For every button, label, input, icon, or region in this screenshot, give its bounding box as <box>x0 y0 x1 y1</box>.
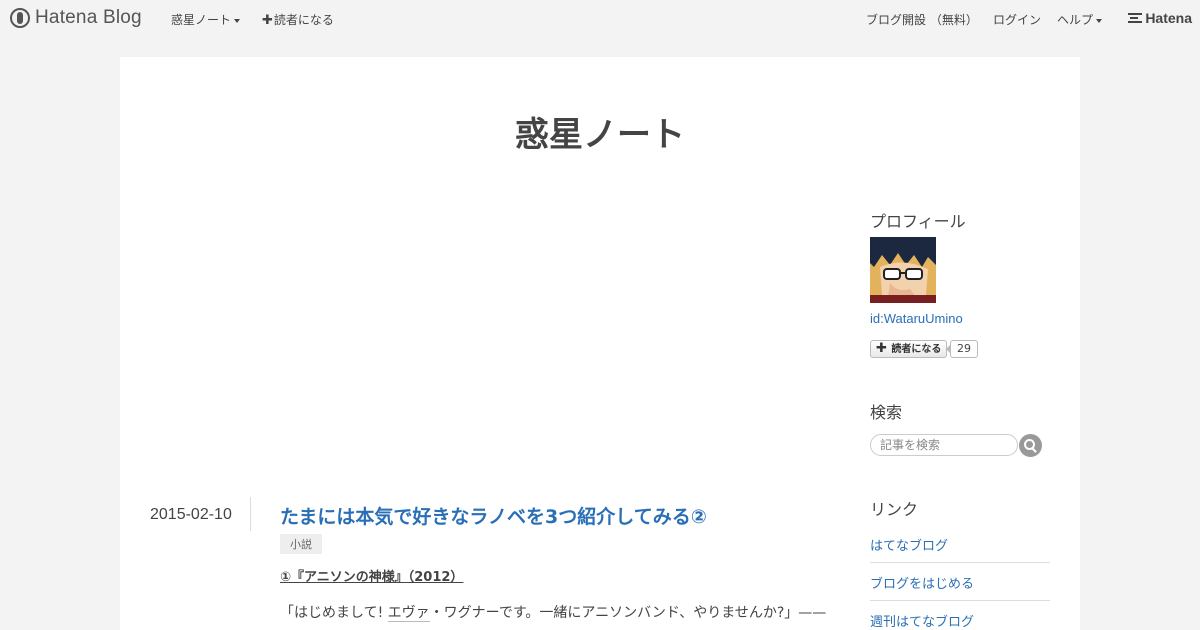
blog-title[interactable]: 惑星ノート <box>120 107 1080 156</box>
entry-category-badge[interactable]: 小説 <box>280 534 322 554</box>
entry-date[interactable]: 2015-02-10 <box>150 506 232 524</box>
blog-menu-label: 惑星ノート <box>171 13 232 27</box>
subscriber-count[interactable]: 29 <box>946 340 978 358</box>
login-link[interactable]: ログイン <box>993 11 1041 28</box>
link-start-blog[interactable]: ブログをはじめる <box>870 573 1050 592</box>
entry-title[interactable]: たまには本気で好きなラノベを3つ紹介してみる② <box>280 502 707 529</box>
entry-body-post: ・ワグナーです。一緒にアニソンバンド、やりませんか?」—— <box>429 605 827 621</box>
plus-icon: ✚ <box>262 13 273 28</box>
sidebar-subscribe-label: 読者になる <box>891 344 942 355</box>
search-button[interactable] <box>1019 434 1042 457</box>
hatena-blog-logo-icon <box>10 8 30 28</box>
search-input[interactable] <box>870 434 1018 456</box>
caret-down-icon <box>1096 18 1103 23</box>
help-dropdown[interactable]: ヘルプ <box>1057 11 1103 28</box>
hatena-blog-logo-text: Hatena Blog <box>35 7 142 28</box>
global-header: Hatena Blog 惑星ノート ✚読者になる ブログ開設 （無料） ログイン… <box>0 0 1200 36</box>
plus-icon: ✚ <box>876 341 887 356</box>
profile-id-link[interactable]: id:WataruUmino <box>870 311 963 326</box>
help-label: ヘルプ <box>1057 13 1094 27</box>
blog-container: 惑星ノート 2015-02-10 たまには本気で好きなラノベを3つ紹介してみる②… <box>120 57 1080 630</box>
entry-body-text: 「はじめまして! エヴァ・ワグナーです。一緒にアニソンバンド、やりませんか?」—… <box>280 602 826 622</box>
header-subscribe-label: 読者になる <box>273 13 334 27</box>
entry-body-pre: 「はじめまして! <box>280 605 388 621</box>
sidebar-subscribe-button[interactable]: ✚ 読者になる <box>870 340 948 358</box>
open-blog-link[interactable]: ブログ開設 （無料） <box>866 11 978 28</box>
profile-heading: プロフィール <box>870 212 966 231</box>
avatar[interactable] <box>870 237 936 303</box>
keyword-link[interactable]: エヴァ <box>387 605 430 622</box>
hatena-logo[interactable]: Hatena <box>1128 10 1192 26</box>
header-subscribe-link[interactable]: ✚読者になる <box>262 11 334 28</box>
link-hatena-blog[interactable]: はてなブログ <box>870 535 1050 554</box>
link-divider <box>870 600 1050 601</box>
links-heading: リンク <box>870 500 919 519</box>
search-heading: 検索 <box>870 403 903 422</box>
hatena-mark-icon <box>1128 13 1143 23</box>
caret-down-icon <box>234 18 241 23</box>
date-divider <box>250 497 251 531</box>
link-divider <box>870 562 1050 563</box>
blog-menu-dropdown[interactable]: 惑星ノート <box>171 11 241 28</box>
hatena-blog-logo[interactable]: Hatena Blog <box>10 7 142 29</box>
hatena-logo-text: Hatena <box>1145 10 1192 26</box>
link-weekly-hatena-blog[interactable]: 週刊はてなブログ <box>870 611 1050 630</box>
avatar-image <box>870 237 936 303</box>
entry-subheading: ①『アニソンの神様』（2012） <box>280 570 464 585</box>
